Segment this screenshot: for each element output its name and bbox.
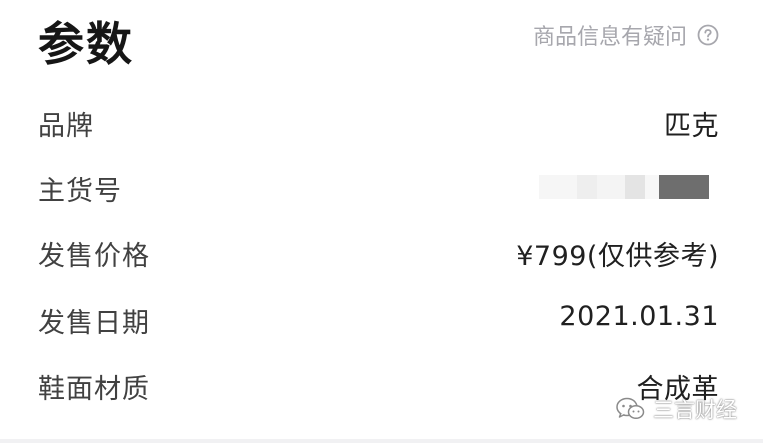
param-value: 匹克 — [664, 111, 719, 142]
param-label: 品牌 — [38, 111, 94, 142]
param-label: 鞋面材质 — [38, 374, 150, 405]
watermark-text: 三言财经 — [653, 398, 737, 422]
param-row-brand: 品牌 匹克 — [0, 98, 763, 146]
page-title: 参数 — [38, 17, 134, 71]
panel-header: 参数 商品信息有疑问 — [0, 0, 763, 90]
param-value: ¥799(仅供参考) — [516, 241, 719, 272]
bottom-divider — [0, 439, 763, 443]
parameters-panel: 参数 商品信息有疑问 品牌 匹克 主货号 发售价格 ¥799(仅供参考) 发售日… — [0, 0, 763, 443]
param-value: 2021.01.31 — [559, 301, 719, 332]
wechat-icon — [616, 397, 645, 420]
param-row-release-date: 发售日期 2021.01.31 — [0, 295, 763, 343]
param-row-release-price: 发售价格 ¥799(仅供参考) — [0, 228, 763, 276]
question-link-label: 商品信息有疑问 — [532, 25, 687, 50]
question-circle-icon — [697, 24, 719, 46]
param-label: 发售日期 — [38, 308, 150, 339]
redacted-article-number — [539, 173, 709, 201]
param-row-article-number: 主货号 — [0, 163, 763, 211]
param-label: 主货号 — [38, 176, 122, 207]
watermark: 三言财经 — [615, 394, 737, 424]
product-info-question-link[interactable]: 商品信息有疑问 — [533, 19, 719, 51]
param-label: 发售价格 — [38, 241, 150, 272]
